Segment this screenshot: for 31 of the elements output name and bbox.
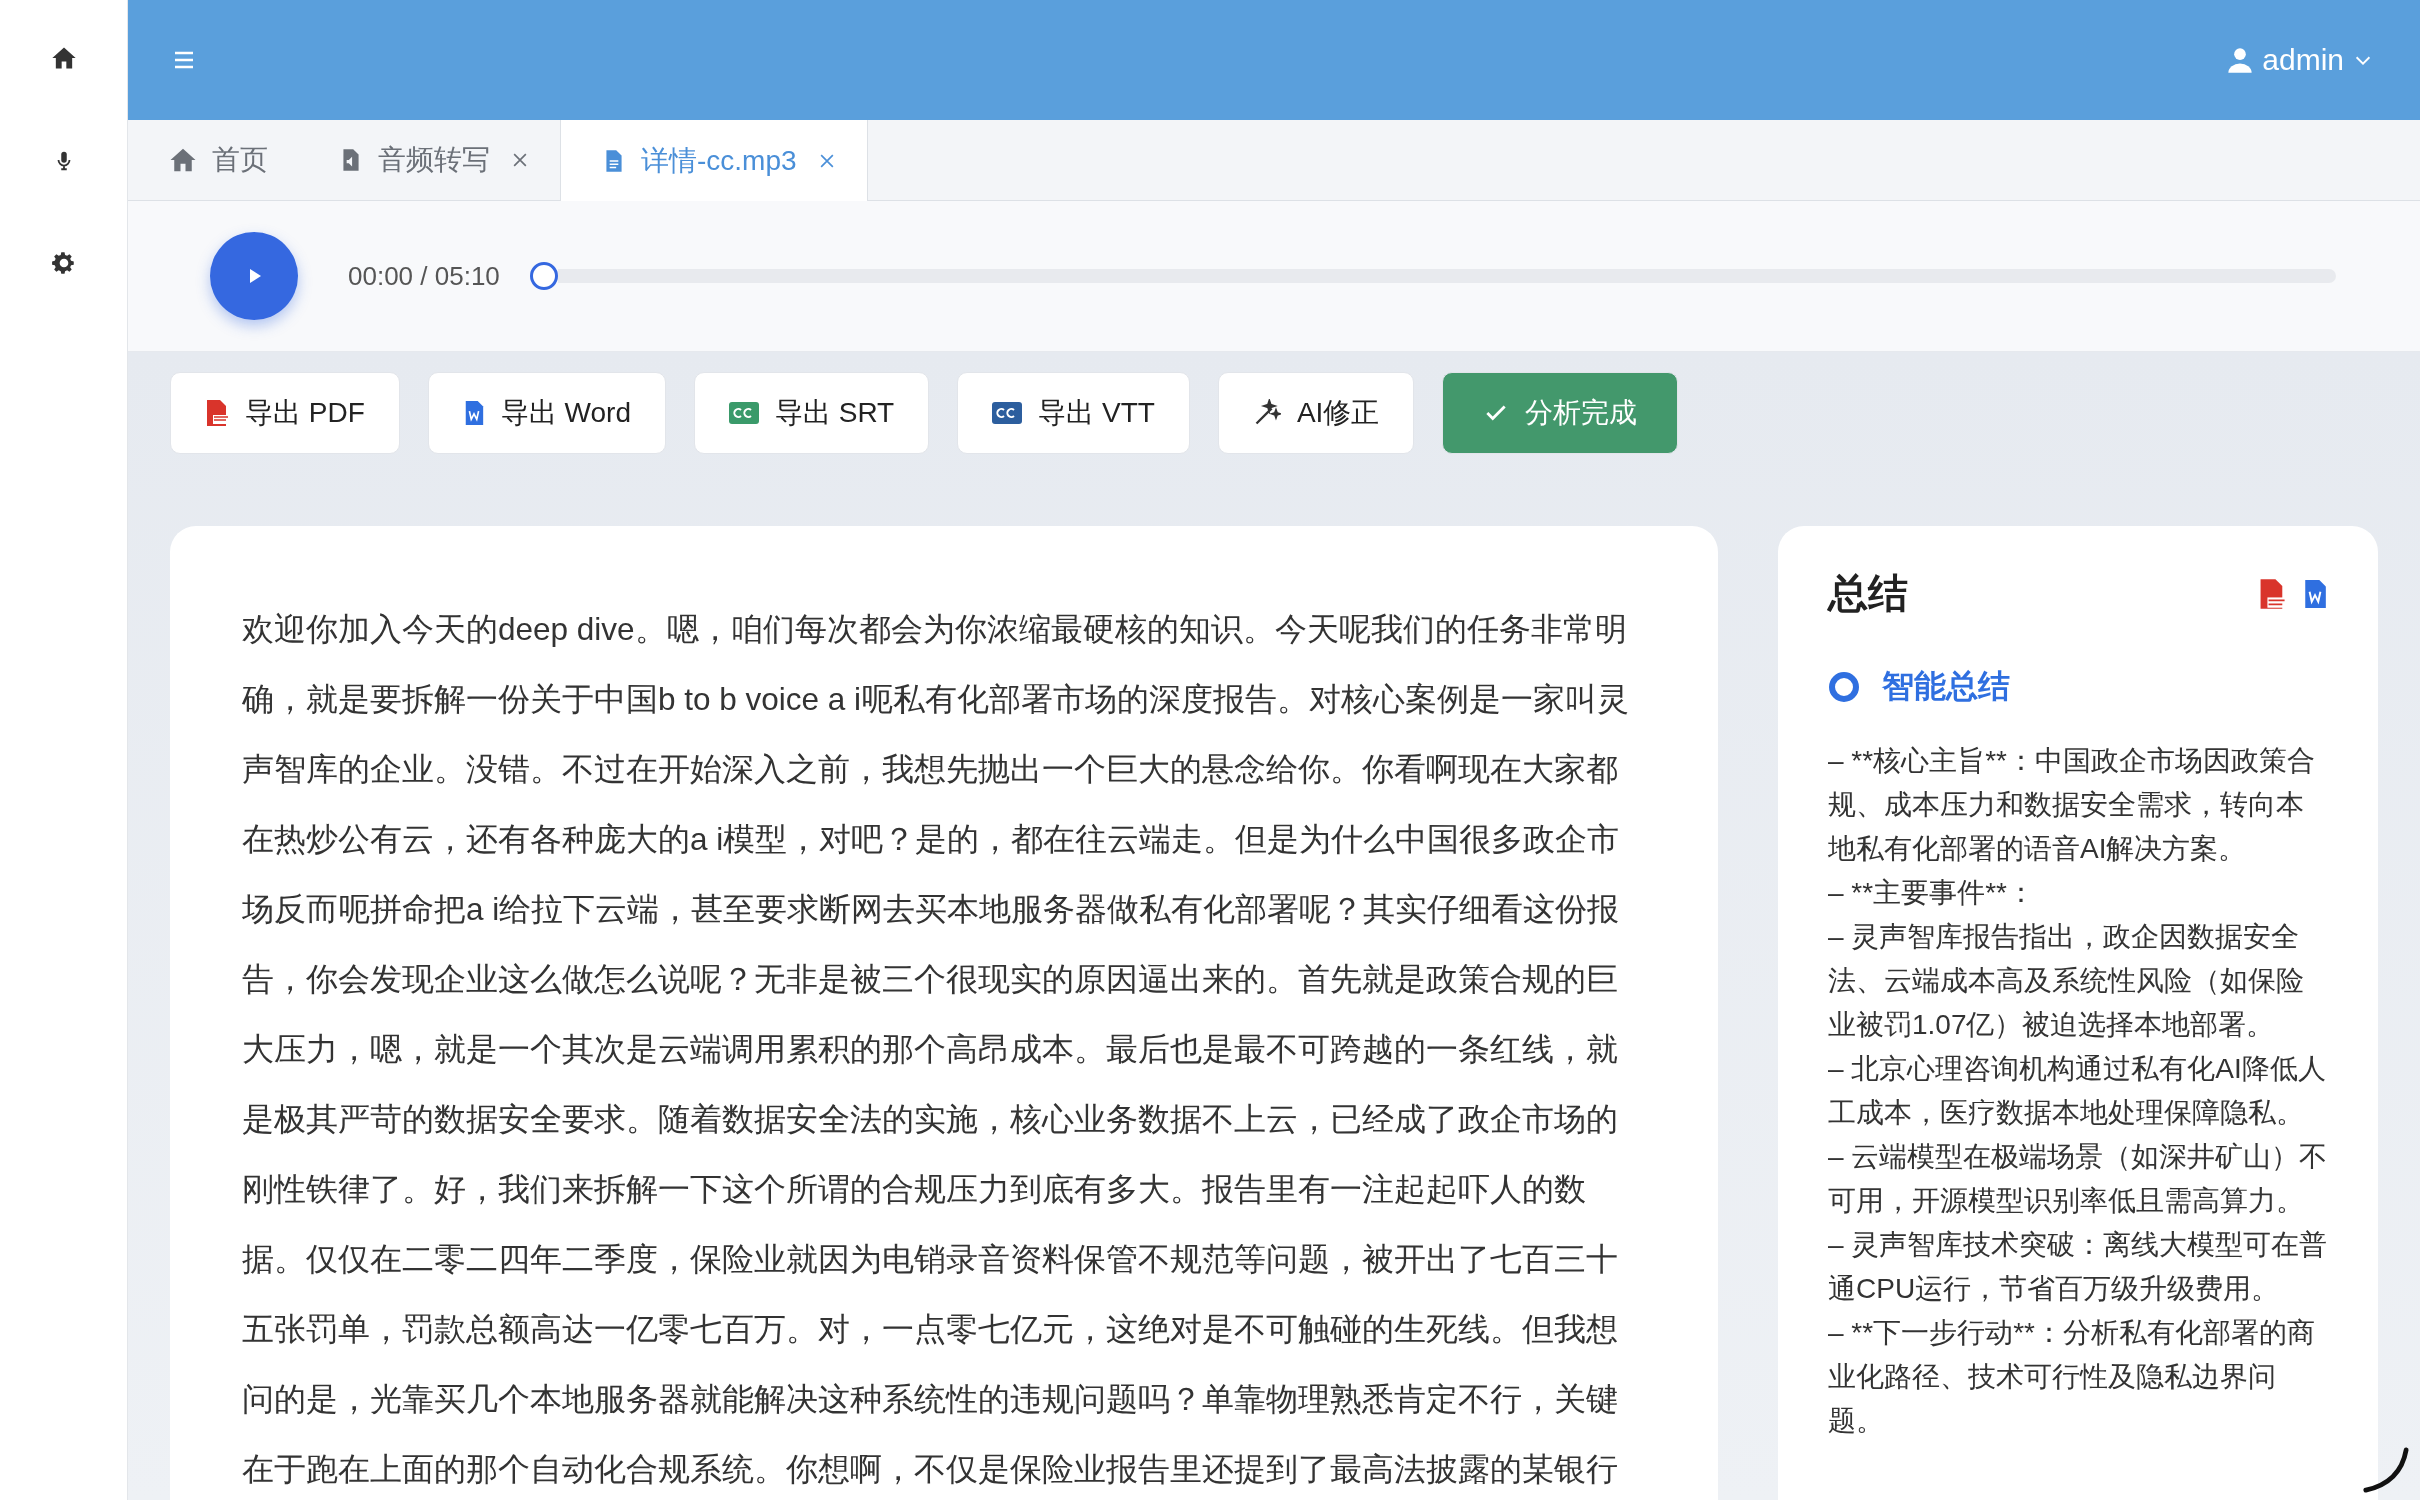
summary-line: – 灵声智库报告指出，政企因数据安全法、云端成本高及系统性风险（如保险业被罚1.07亿）被迫选择本地部署。 bbox=[1828, 920, 2305, 1042]
export-button[interactable]: AI修正 bbox=[1217, 372, 1415, 454]
pdf-icon[interactable] bbox=[2258, 577, 2286, 610]
time-display: 00:00 / 05:10 bbox=[348, 260, 500, 292]
export-button[interactable]: 导出 Word bbox=[427, 372, 666, 454]
summary-line: – 云端模型在极端场景（如深井矿山）不可用，开源模型识别率低且需高算力。 bbox=[1828, 1140, 2328, 1218]
tab[interactable]: 首页 bbox=[128, 120, 298, 200]
summary-line: – 灵声智库技术突破：离线大模型可在普通CPU运行，节省百万级升级费用。 bbox=[1828, 1228, 2328, 1306]
summary-line: – 北京心理咨询机构通过私有化AI降低人工成本，医疗数据本地处理保障隐私。 bbox=[1828, 1052, 2327, 1130]
subtitles-icon bbox=[728, 402, 759, 424]
word-icon[interactable] bbox=[2302, 577, 2328, 610]
progress-thumb[interactable] bbox=[529, 262, 558, 290]
summary-title: 总结 bbox=[1828, 570, 1909, 617]
summary-line: – **下一步行动**：分析私有化部署的商业化路径、技术可行性及隐私边界问题。 bbox=[1828, 1316, 2316, 1438]
spinner-icon bbox=[2362, 1446, 2410, 1494]
export-button[interactable]: 导出 SRT bbox=[693, 372, 930, 454]
bullet-icon bbox=[1828, 671, 1860, 703]
section-title: 智能总结 bbox=[1882, 667, 2010, 706]
progress-track[interactable] bbox=[557, 269, 2336, 283]
summary-line: – **主要事件**： bbox=[1828, 876, 2036, 910]
pdf-icon bbox=[205, 399, 229, 427]
export-button[interactable]: 导出 VTT bbox=[957, 372, 1190, 454]
transcript-text: 欢迎你加入今天的deep dive。嗯，咱们每次都会为你浓缩最硬核的知识。今天呢我们的任务非常明确，就是要拆解一份关于中国b to b voice a i呃私有化部署市场的深度报告。对核心案例是一家叫灵声智库的企业。没错。不过在开始深入之前，我想先抛出一个巨大的悬念给你。你看啊现在大家都在热炒公有云，还有各种庞大的a i模型，对吧？是的，都在往云端走。但是为什么中国很多政企市场反而呃拼命把a i给拉下云端，甚至要求断网去买本地服务器做私有化部署呢？其实仔细看这份报告，你会发现企业这么做怎么说呢？无非是被三个很现实的原因逼出来的。首先就是政策合规的巨大压力，嗯，就是一个其次是云端调用累积的那个高昂成本。最后也是最不可跨越的一条红线，就是极其严苛的数据安全要求。随着数据安全法的实施，核心业务数据不上云，已经成了政企市场的刚性铁律了。好，我们来拆解一下这个所谓的合规压力到底有多大。报告里有一注起起吓人的数据。仅仅在二零二四年二季度，保险业就因为电销录音资料保管不规范等问题，被开出了七百三十五张罚单，罚款总额高达一亿零七百万。对，一点零七亿元，这绝对是不可触碰的生死线。但我想问的是，光靠买几个本地服务器就能解决这种系统性的违规问题吗？单靠物理熟悉肯定不行，关键在于跑在上面的那个自动化合规系统。你想啊，不仅是保险业报告里还提到了最高法披露的某银行 bbox=[242, 610, 1631, 1489]
user-icon bbox=[2226, 45, 2255, 75]
subtitles-icon bbox=[992, 402, 1023, 424]
status-button[interactable]: 分析完成 bbox=[1442, 372, 1679, 454]
summary-line: – **核心主旨**：中国政企市场因政策合规、成本压力和数据安全需求，转向本地私有化部署的语音AI解决方案。 bbox=[1828, 744, 2316, 866]
play-button[interactable] bbox=[210, 232, 298, 320]
settings-icon[interactable] bbox=[50, 250, 77, 276]
tab[interactable]: 音频转写 bbox=[298, 120, 560, 200]
export-button[interactable]: 导出 PDF bbox=[170, 372, 400, 454]
